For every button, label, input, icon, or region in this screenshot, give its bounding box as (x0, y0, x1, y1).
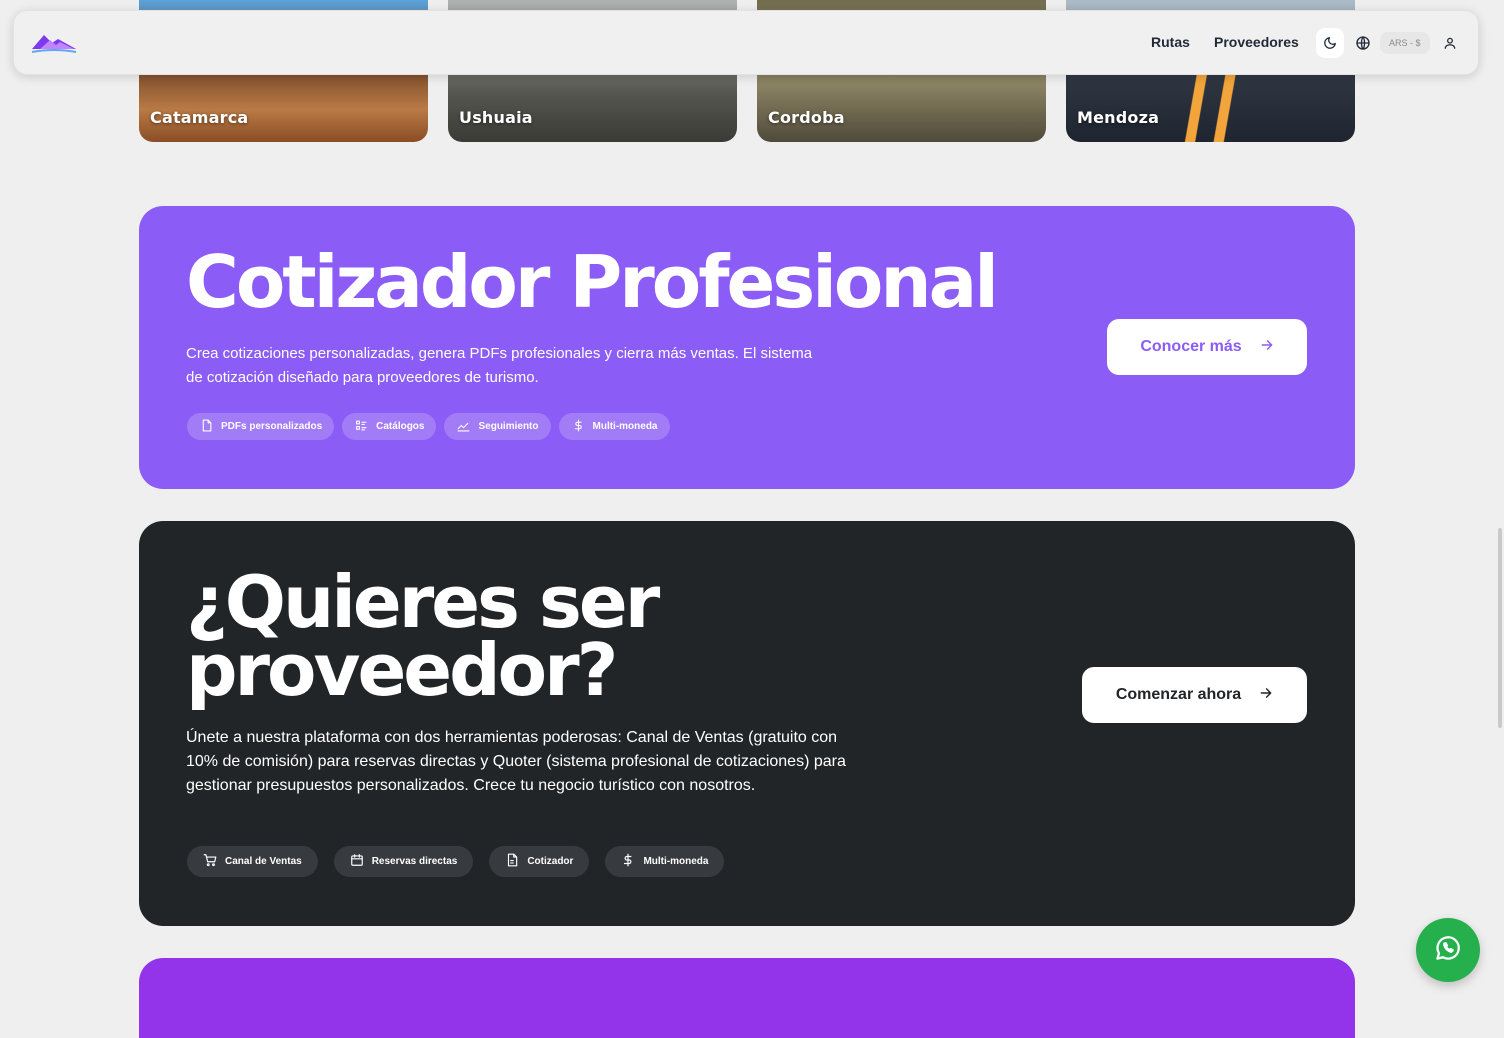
chip-label: Multi-moneda (592, 421, 658, 432)
whatsapp-button[interactable] (1416, 918, 1480, 982)
quoter-section: Cotizador Profesional Crea cotizaciones … (139, 206, 1355, 489)
learn-more-button[interactable]: Conocer más (1107, 319, 1307, 375)
chip-tracking: Seguimiento (444, 413, 551, 440)
nav-link-providers[interactable]: Proveedores (1214, 34, 1299, 50)
chip-label: Catálogos (376, 421, 425, 432)
next-section-card (139, 958, 1355, 1038)
chip-label: Reservas directas (371, 856, 458, 867)
moon-icon[interactable] (1316, 28, 1344, 58)
pdf-icon (200, 419, 213, 435)
dollar-icon (572, 419, 585, 435)
quoter-title: Cotizador Profesional (186, 240, 999, 324)
list-icon (355, 419, 368, 435)
navbar: Rutas Proveedores ARS - $ (13, 10, 1479, 75)
whatsapp-icon (1433, 933, 1463, 967)
destination-name: Cordoba (768, 108, 845, 127)
globe-icon[interactable] (1349, 28, 1377, 58)
provider-title-line2: proveedor? (186, 628, 618, 712)
chip-label: Cotizador (527, 856, 574, 867)
start-now-button[interactable]: Comenzar ahora (1082, 667, 1307, 723)
user-icon[interactable] (1436, 28, 1464, 58)
dollar-icon (621, 853, 635, 870)
chip-direct-bookings: Reservas directas (333, 846, 474, 877)
chip-label: Seguimiento (478, 421, 539, 432)
destination-name: Catamarca (150, 108, 249, 127)
chip-multicurrency: Multi-moneda (605, 846, 725, 877)
trend-icon (457, 419, 470, 435)
provider-feature-chips: Canal de Ventas Reservas directas Cotiza… (187, 846, 725, 877)
chip-label: Canal de Ventas (225, 856, 302, 867)
chip-pdfs: PDFs personalizados (187, 413, 335, 440)
provider-description: Únete a nuestra plataforma con dos herra… (186, 729, 846, 794)
button-label: Conocer más (1140, 338, 1242, 355)
arrow-right-icon (1260, 338, 1274, 357)
nav-link-routes[interactable]: Rutas (1151, 34, 1190, 50)
chip-sales-channel: Canal de Ventas (187, 846, 318, 877)
quoter-feature-chips: PDFs personalizados Catálogos Seguimient… (187, 413, 670, 440)
logo[interactable] (30, 27, 78, 59)
chip-quoter: Cotizador (489, 846, 590, 877)
cart-icon (203, 853, 217, 870)
destination-name: Mendoza (1077, 108, 1160, 127)
button-label: Comenzar ahora (1115, 686, 1242, 703)
page-scrollbar[interactable] (1498, 528, 1502, 728)
quoter-description: Crea cotizaciones personalizadas, genera… (186, 345, 813, 386)
arrow-right-icon (1259, 686, 1273, 705)
document-icon (505, 853, 519, 870)
destination-name: Ushuaia (459, 108, 533, 127)
provider-title: ¿Quieres ser proveedor? (186, 566, 660, 706)
road-decoration (1166, 72, 1256, 142)
chip-label: PDFs personalizados (221, 421, 323, 432)
chip-label: Multi-moneda (643, 856, 709, 867)
calendar-icon (350, 853, 364, 870)
provider-section: ¿Quieres ser proveedor? Únete a nuestra … (139, 521, 1355, 926)
currency-selector[interactable]: ARS - $ (1380, 32, 1430, 54)
chip-catalogs: Catálogos (342, 413, 437, 440)
chip-multicurrency: Multi-moneda (558, 413, 670, 440)
